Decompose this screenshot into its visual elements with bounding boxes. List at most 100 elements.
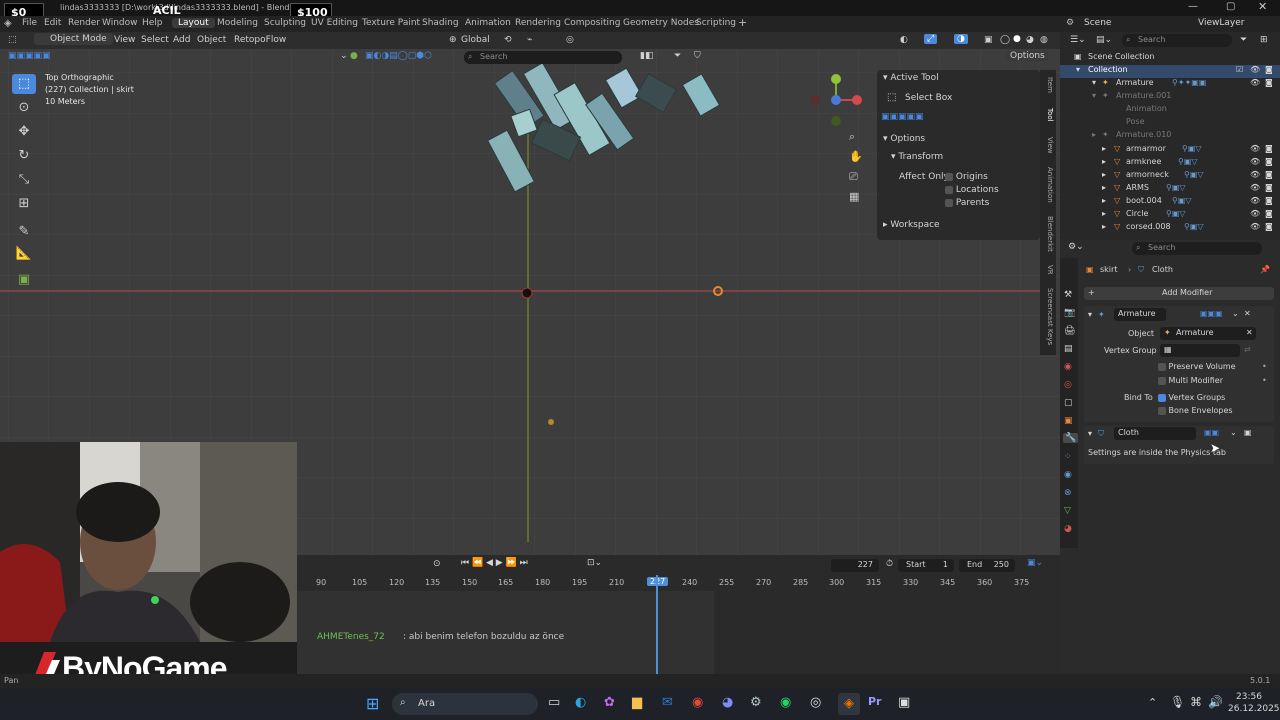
object-tab-icon[interactable]: ▣ xyxy=(1064,416,1073,426)
pin-icon[interactable]: 📌 xyxy=(1260,265,1270,274)
snap-icon[interactable]: ⌁ xyxy=(527,35,532,45)
menu-window[interactable]: Window xyxy=(102,18,138,28)
taskbar-time[interactable]: 23:56 xyxy=(1236,692,1262,702)
timeline-ruler[interactable]: 90 105 120 135 150 165 180 195 210 227 2… xyxy=(297,575,1060,591)
expand-icon[interactable]: ▸ xyxy=(1102,170,1106,179)
item-camera-icon[interactable]: ◙ xyxy=(1265,209,1273,218)
outliner-item-corsed[interactable]: ▸ ▽ corsed.008 ⚲▣▽ 👁 ◙ xyxy=(1060,222,1280,235)
transform-header[interactable]: ▾ Transform xyxy=(891,152,943,162)
parents-checkbox[interactable]: Parents xyxy=(945,198,989,208)
playback-controls[interactable]: ⏮ ⏪ ◀ ▶ ⏩ ⏭ xyxy=(461,558,528,568)
workspace-header[interactable]: ▸ Workspace xyxy=(883,220,940,230)
outliner-item-pose[interactable]: Pose xyxy=(1060,117,1280,130)
select-mode-buttons[interactable]: ▣▣▣▣▣ xyxy=(881,112,924,122)
move-tool-icon[interactable]: ✥ xyxy=(12,122,36,142)
start-frame-field[interactable]: Start 1 xyxy=(898,559,954,572)
close-button[interactable]: ✕ xyxy=(1258,0,1267,13)
menu-help[interactable]: Help xyxy=(142,18,163,28)
minimize-button[interactable]: — xyxy=(1188,1,1198,12)
tab-geometry-nodes[interactable]: Geometry Nodes xyxy=(623,18,699,28)
scene-tab-icon[interactable]: ◉ xyxy=(1064,362,1072,372)
transform-orientation-icon[interactable]: ⊕ xyxy=(449,35,457,45)
taskbar-search[interactable]: ⌕ Ara xyxy=(392,693,538,715)
origins-checkbox[interactable]: Origins xyxy=(945,172,988,182)
data-tab-icon[interactable]: ▽ xyxy=(1064,506,1071,516)
invert-vertex-group-icon[interactable]: ⇄ xyxy=(1244,345,1251,354)
outlook-icon[interactable]: ✉ xyxy=(662,695,673,710)
collection-tab-icon[interactable]: ▢ xyxy=(1064,398,1073,408)
pan-hand-icon[interactable]: ✋ xyxy=(849,150,863,163)
options-dropdown[interactable]: Options xyxy=(1006,51,1049,61)
copilot-icon[interactable]: ✿ xyxy=(604,695,615,710)
item-eye-icon[interactable]: 👁 xyxy=(1250,209,1260,218)
item-camera-icon[interactable]: ◙ xyxy=(1265,196,1273,205)
modifier-menu-icon[interactable]: ⌄ xyxy=(1232,309,1239,318)
multi-modifier-checkbox[interactable]: Multi Modifier xyxy=(1158,376,1223,385)
outliner-item-arms[interactable]: ▸ ▽ ARMS ⚲▣▽ 👁 ◙ xyxy=(1060,183,1280,196)
material-tab-icon[interactable]: ◕ xyxy=(1064,524,1072,534)
material-shading-icon[interactable]: ◕ xyxy=(1026,35,1034,45)
render-tab-icon[interactable]: 📷 xyxy=(1064,308,1075,318)
maximize-button[interactable]: ▢ xyxy=(1226,1,1235,12)
microphone-icon[interactable]: 🎙 xyxy=(1170,695,1185,709)
obs-icon[interactable]: ◎ xyxy=(810,695,821,710)
volume-icon[interactable]: 🔊 xyxy=(1208,695,1223,709)
expand-icon[interactable]: ▸ xyxy=(1102,183,1106,192)
outliner-collection[interactable]: ▾ Collection ☑ 👁 ◙ xyxy=(1060,65,1280,78)
display-mode-icon[interactable]: ▤⌄ xyxy=(1096,35,1112,45)
camera-view-icon[interactable]: ⎚ xyxy=(849,170,858,184)
tab-scripting[interactable]: Scripting xyxy=(696,18,736,28)
clear-object-icon[interactable]: ✕ xyxy=(1246,328,1253,337)
xray-icon[interactable]: ▣ xyxy=(984,35,993,45)
locations-checkbox[interactable]: Locations xyxy=(945,185,999,195)
item-eye-icon[interactable]: 👁 xyxy=(1250,144,1260,153)
visibility-toggles-icon[interactable]: ▣◐◑▤◯▢⬢⬡ xyxy=(365,51,432,61)
breadcrumb-object[interactable]: skirt xyxy=(1100,265,1117,274)
tab-texture-paint[interactable]: Texture Paint xyxy=(362,18,420,28)
select-mode-icons[interactable]: ▣▣▣▣▣ xyxy=(8,51,51,61)
remove-modifier-icon[interactable]: ✕ xyxy=(1244,309,1251,318)
viewlayer-name[interactable]: ViewLayer xyxy=(1198,18,1244,28)
menu-add[interactable]: Add xyxy=(173,35,190,45)
transform-tool-icon[interactable]: ⊞ xyxy=(12,194,36,214)
timeline-body[interactable]: AHMETenes_72 : abi benim telefon bozuldu… xyxy=(297,575,1060,674)
tab-uv-editing[interactable]: UV Editing xyxy=(311,18,358,28)
item-eye-icon[interactable]: 👁 xyxy=(1250,196,1260,205)
outliner-item-boot[interactable]: ▸ ▽ boot.004 ⚲▣▽ 👁 ◙ xyxy=(1060,196,1280,209)
cloth-modifier-name[interactable]: Cloth xyxy=(1114,427,1196,440)
bookmark-icon[interactable]: ▮◧ xyxy=(640,51,653,61)
tab-layout[interactable]: Layout xyxy=(172,18,215,28)
item-camera-icon[interactable]: ◙ xyxy=(1265,170,1273,179)
vertex-groups-checkbox[interactable]: Vertex Groups xyxy=(1158,393,1225,402)
timeline-view-icon[interactable]: ▣⌄ xyxy=(1027,558,1043,568)
properties-search-field[interactable]: ⌕ Search xyxy=(1132,242,1262,255)
cloth-extra-icon[interactable]: ▣ xyxy=(1244,428,1252,437)
preserve-volume-checkbox[interactable]: Preserve Volume xyxy=(1158,362,1236,371)
constraints-tab-icon[interactable]: ⊗ xyxy=(1064,488,1072,498)
measure-tool-icon[interactable]: 📐 xyxy=(12,244,36,264)
object-types-icon[interactable]: ● xyxy=(350,51,358,61)
editor-type-icon[interactable]: ⬚ xyxy=(8,35,17,45)
menu-object[interactable]: Object xyxy=(197,35,226,45)
rendered-shading-icon[interactable]: ◍ xyxy=(1040,35,1048,45)
item-camera-icon[interactable]: ◙ xyxy=(1265,144,1273,153)
cursor-tool-icon[interactable]: ⊙ xyxy=(12,98,36,118)
physics-tab-icon[interactable]: ◉ xyxy=(1064,470,1072,480)
pivot-icon[interactable]: ⟲ xyxy=(504,35,512,45)
expand-icon[interactable]: ▸ xyxy=(1102,222,1106,231)
overlay-toggle-icon[interactable]: ◑ xyxy=(954,34,968,44)
start-windows-icon[interactable]: ⊞ xyxy=(366,694,379,713)
tool-tab-icon[interactable]: ⚒ xyxy=(1064,290,1072,300)
bone-envelopes-checkbox[interactable]: Bone Envelopes xyxy=(1158,406,1233,415)
item-eye-icon[interactable]: 👁 xyxy=(1250,183,1260,192)
rotate-tool-icon[interactable]: ↻ xyxy=(12,146,36,166)
properties-editor-icon[interactable]: ⚙⌄ xyxy=(1068,242,1084,252)
spotify-icon[interactable]: ◉ xyxy=(780,695,791,710)
add-cube-tool-icon[interactable]: ▣ xyxy=(12,270,36,290)
object-mode-dropdown[interactable]: Object Mode xyxy=(34,33,113,45)
outliner-item-armarmor[interactable]: ▸ ▽ armarmor ⚲▣▽ 👁 ◙ xyxy=(1060,144,1280,157)
menu-retopoflow[interactable]: RetopoFlow xyxy=(234,35,286,45)
menu-view[interactable]: View xyxy=(114,35,135,45)
scale-tool-icon[interactable]: ⤡ xyxy=(12,170,36,190)
file-explorer-icon[interactable]: ▆ xyxy=(632,695,642,710)
